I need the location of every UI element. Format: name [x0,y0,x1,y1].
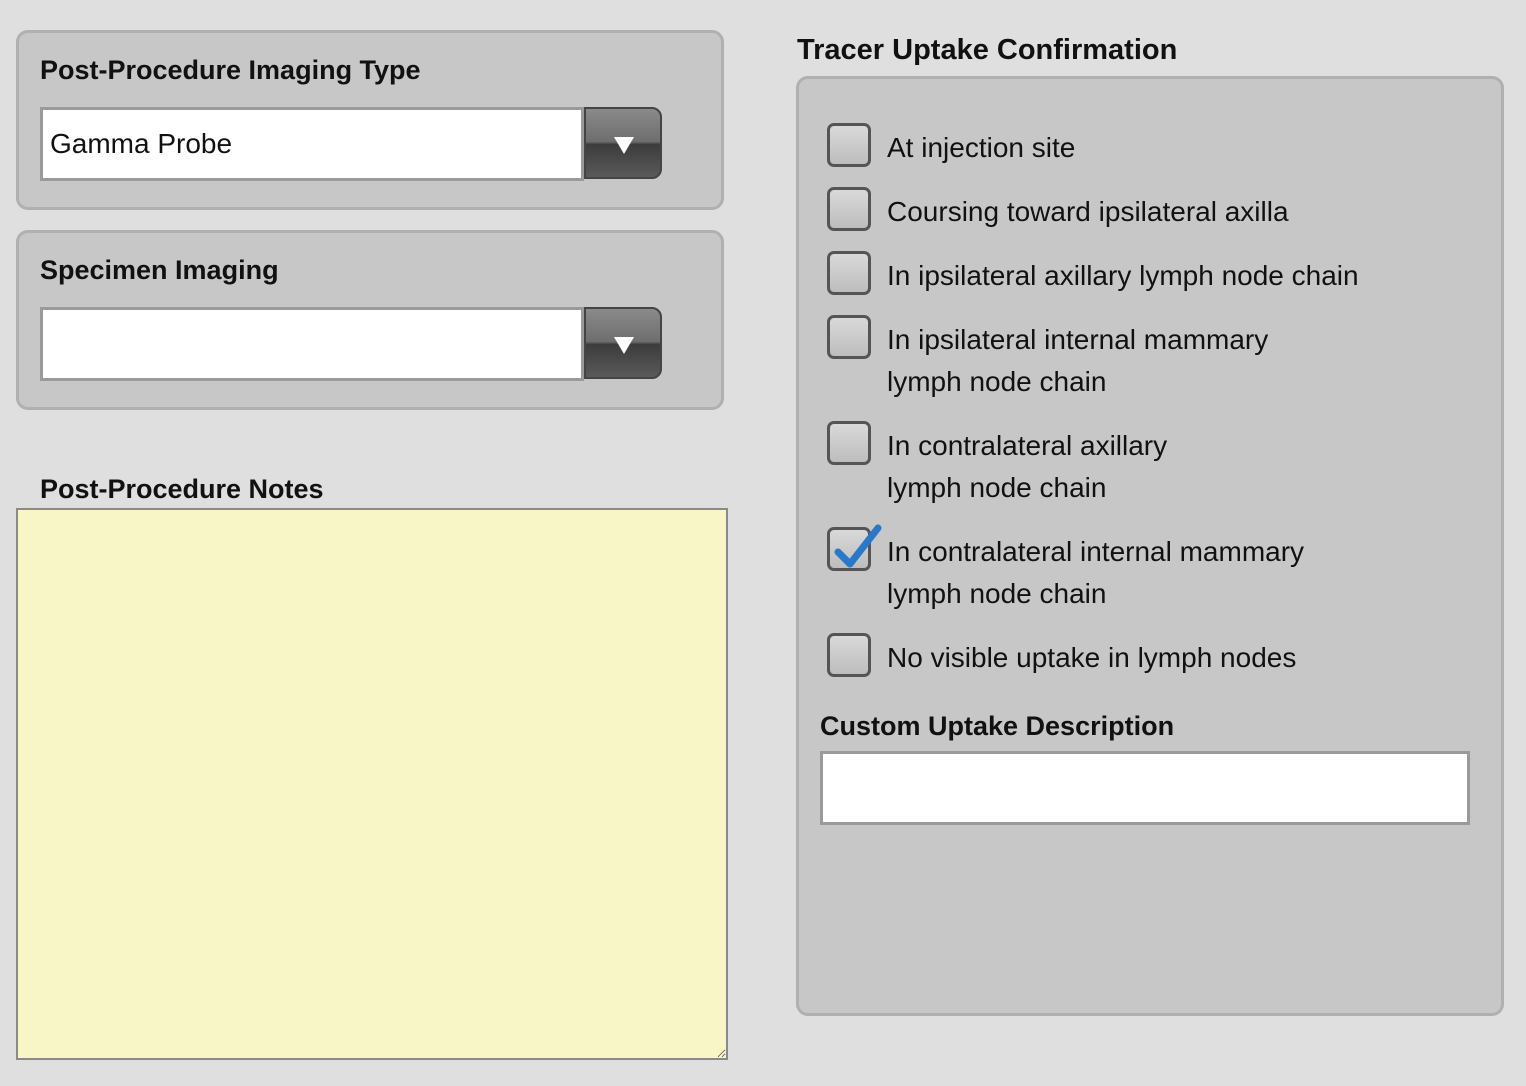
uptake-option-label: At injection site [887,132,1076,163]
notes-label: Post-Procedure Notes [40,474,324,504]
chevron-down-icon [614,137,634,154]
checkbox[interactable] [827,421,871,465]
uptake-option-label: Coursing toward ipsilateral axilla [887,196,1289,227]
custom-uptake-input[interactable] [820,751,1470,825]
specimen-imaging-value[interactable] [40,307,584,381]
checkbox[interactable] [827,251,871,295]
uptake-option-label: In ipsilateral axillary lymph node chain [887,260,1359,291]
uptake-option-label: In contralateral axillary lymph node cha… [887,425,1447,509]
label-line-2: lymph node chain [887,366,1107,397]
checkbox[interactable] [827,187,871,231]
tracer-panel: At injection site Coursing toward ipsila… [796,76,1504,1016]
label-line-1: In ipsilateral internal mammary [887,324,1269,355]
imaging-type-label: Post-Procedure Imaging Type [40,55,421,85]
uptake-option-label: No visible uptake in lymph nodes [887,642,1297,673]
checkbox[interactable] [827,633,871,677]
imaging-type-value[interactable]: Gamma Probe [40,107,584,181]
imaging-type-dropdown-button[interactable] [584,107,662,179]
specimen-imaging-panel: Specimen Imaging [16,230,724,410]
label-line-2: lymph node chain [887,578,1107,609]
label-line-1: In contralateral internal mammary [887,536,1305,567]
tracer-title: Tracer Uptake Confirmation [797,34,1178,66]
checkbox[interactable] [827,315,871,359]
label-line-1: In contralateral axillary [887,430,1168,461]
checkbox[interactable] [827,123,871,167]
specimen-imaging-select[interactable] [40,307,662,381]
uptake-option-label: In ipsilateral internal mammary lymph no… [887,319,1447,403]
uptake-option-label: In contralateral internal mammary lymph … [887,531,1447,615]
chevron-down-icon [614,337,634,354]
custom-uptake-label: Custom Uptake Description [820,711,1175,741]
label-line-2: lymph node chain [887,472,1107,503]
specimen-imaging-dropdown-button[interactable] [584,307,662,379]
specimen-imaging-label: Specimen Imaging [40,255,279,285]
notes-textarea[interactable] [16,508,728,1060]
imaging-type-select[interactable]: Gamma Probe [40,107,662,181]
checkbox-checked[interactable] [827,524,882,571]
checkmark-icon [834,524,882,568]
imaging-type-panel: Post-Procedure Imaging Type Gamma Probe [16,30,724,210]
